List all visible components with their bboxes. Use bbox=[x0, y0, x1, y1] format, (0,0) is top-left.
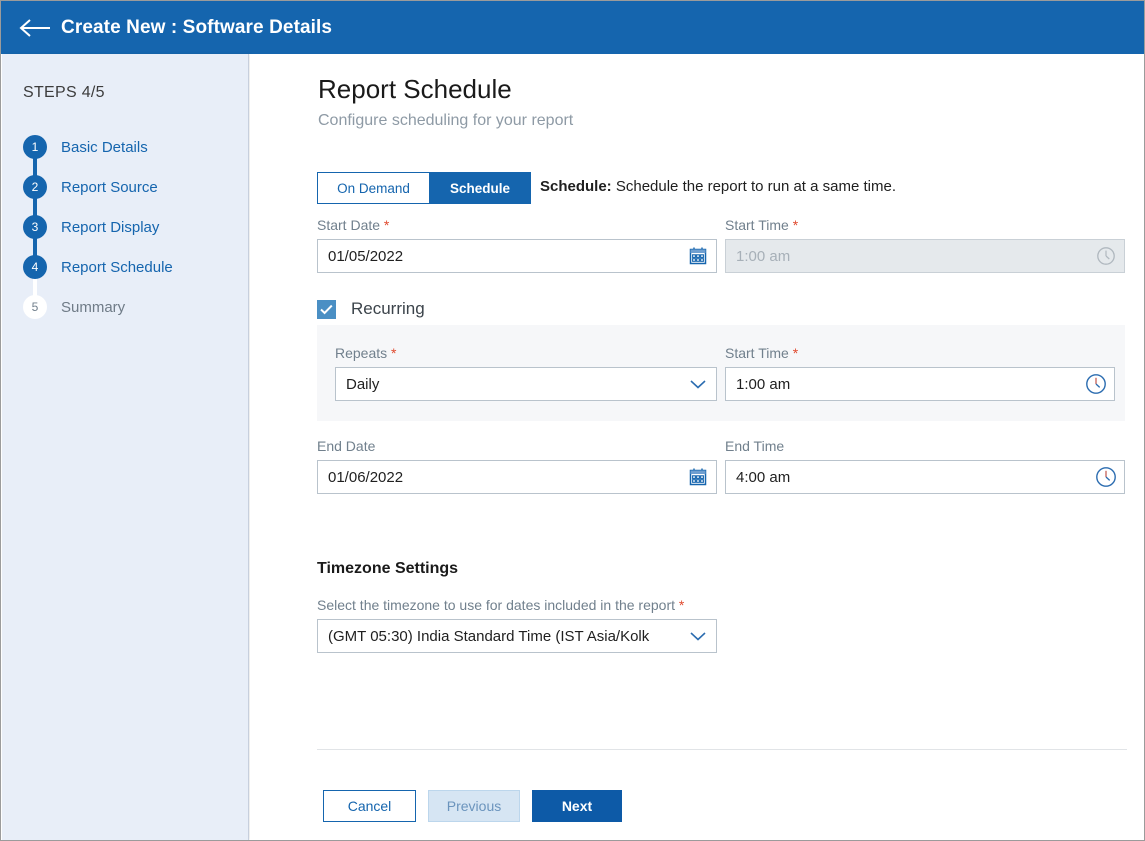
repeats-select[interactable]: Daily bbox=[335, 367, 717, 401]
start-time-main-field-group: Start Time * 1:00 am bbox=[725, 217, 1125, 273]
required-marker: * bbox=[793, 217, 798, 233]
step-number-badge: 1 bbox=[23, 135, 47, 159]
next-button[interactable]: Next bbox=[532, 790, 622, 822]
start-time-main-label: Start Time * bbox=[725, 217, 1125, 233]
create-new-software-details-window: Create New : Software Details STEPS 4/5 … bbox=[0, 0, 1145, 841]
start-time-recurring-input[interactable]: 1:00 am bbox=[725, 367, 1115, 401]
sidebar-item-report-source[interactable]: 2 Report Source bbox=[23, 167, 243, 207]
cancel-button[interactable]: Cancel bbox=[323, 790, 416, 822]
calendar-icon[interactable] bbox=[687, 245, 709, 267]
end-time-value: 4:00 am bbox=[736, 469, 790, 486]
start-date-label: Start Date * bbox=[317, 217, 717, 233]
start-time-recurring-value: 1:00 am bbox=[736, 376, 790, 393]
end-date-label: End Date bbox=[317, 438, 717, 454]
step-label: Basic Details bbox=[61, 139, 148, 156]
end-date-field-group: End Date 01/06/2022 bbox=[317, 438, 717, 494]
repeats-value: Daily bbox=[346, 376, 379, 393]
page-subtitle: Configure scheduling for your report bbox=[318, 112, 573, 130]
timezone-select[interactable]: (GMT 05:30) India Standard Time (IST Asi… bbox=[317, 619, 717, 653]
required-marker: * bbox=[391, 345, 396, 361]
recurring-label: Recurring bbox=[351, 299, 425, 319]
end-date-value: 01/06/2022 bbox=[328, 469, 403, 486]
timezone-field-group: Select the timezone to use for dates inc… bbox=[317, 597, 717, 653]
mode-description-rest: Schedule the report to run at a same tim… bbox=[612, 178, 896, 195]
start-date-field-group: Start Date * 01/05/2022 bbox=[317, 217, 717, 273]
tab-on-demand[interactable]: On Demand bbox=[317, 172, 430, 204]
required-marker: * bbox=[679, 597, 684, 613]
tab-schedule[interactable]: Schedule bbox=[430, 172, 531, 204]
window-title: Create New : Software Details bbox=[61, 17, 332, 39]
step-label: Report Display bbox=[61, 219, 159, 236]
required-marker: * bbox=[384, 217, 389, 233]
clock-icon[interactable] bbox=[1085, 373, 1107, 395]
steps-heading: STEPS 4/5 bbox=[23, 84, 105, 102]
page-title: Report Schedule bbox=[318, 74, 512, 105]
timezone-label: Select the timezone to use for dates inc… bbox=[317, 597, 717, 613]
start-date-value: 01/05/2022 bbox=[328, 248, 403, 265]
start-time-main-value: 1:00 am bbox=[736, 248, 790, 265]
step-list: 1 Basic Details 2 Report Source 3 Report… bbox=[23, 127, 243, 327]
start-time-recurring-label: Start Time * bbox=[725, 345, 1115, 361]
chevron-down-icon[interactable] bbox=[687, 625, 709, 647]
calendar-icon[interactable] bbox=[687, 466, 709, 488]
start-time-main-input: 1:00 am bbox=[725, 239, 1125, 273]
start-date-input[interactable]: 01/05/2022 bbox=[317, 239, 717, 273]
sidebar-item-report-schedule[interactable]: 4 Report Schedule bbox=[23, 247, 243, 287]
mode-description-bold: Schedule: bbox=[540, 178, 612, 195]
clock-icon[interactable] bbox=[1095, 466, 1117, 488]
chevron-down-icon[interactable] bbox=[687, 373, 709, 395]
previous-button[interactable]: Previous bbox=[428, 790, 520, 822]
step-number-badge: 2 bbox=[23, 175, 47, 199]
sidebar-item-summary[interactable]: 5 Summary bbox=[23, 287, 243, 327]
timezone-settings-heading: Timezone Settings bbox=[317, 560, 458, 578]
mode-description: Schedule: Schedule the report to run at … bbox=[540, 178, 896, 195]
wizard-footer-buttons: Cancel Previous Next bbox=[323, 790, 622, 822]
step-number-badge: 5 bbox=[23, 295, 47, 319]
required-marker: * bbox=[793, 345, 798, 361]
steps-sidebar: STEPS 4/5 1 Basic Details 2 Report Sourc… bbox=[2, 54, 249, 840]
timezone-value: (GMT 05:30) India Standard Time (IST Asi… bbox=[328, 628, 649, 645]
recurring-checkbox-row[interactable]: Recurring bbox=[317, 299, 425, 319]
repeats-field-group: Repeats * Daily bbox=[335, 345, 717, 401]
footer-divider bbox=[317, 749, 1127, 750]
step-label: Report Source bbox=[61, 179, 158, 196]
end-time-input[interactable]: 4:00 am bbox=[725, 460, 1125, 494]
step-number-badge: 3 bbox=[23, 215, 47, 239]
start-time-recurring-field-group: Start Time * 1:00 am bbox=[725, 345, 1115, 401]
schedule-mode-toggle: On Demand Schedule bbox=[317, 172, 531, 204]
titlebar: Create New : Software Details bbox=[1, 1, 1145, 54]
recurring-checkbox[interactable] bbox=[317, 300, 336, 319]
repeats-label: Repeats * bbox=[335, 345, 717, 361]
back-arrow-icon[interactable] bbox=[15, 15, 55, 41]
recurring-options-panel: Repeats * Daily Start Time * 1:00 am bbox=[317, 325, 1125, 421]
main-content: Report Schedule Configure scheduling for… bbox=[250, 54, 1145, 840]
step-label: Report Schedule bbox=[61, 259, 173, 276]
end-time-label: End Time bbox=[725, 438, 1125, 454]
step-label: Summary bbox=[61, 299, 125, 316]
end-date-input[interactable]: 01/06/2022 bbox=[317, 460, 717, 494]
sidebar-item-report-display[interactable]: 3 Report Display bbox=[23, 207, 243, 247]
sidebar-item-basic-details[interactable]: 1 Basic Details bbox=[23, 127, 243, 167]
check-icon bbox=[320, 304, 333, 315]
end-time-field-group: End Time 4:00 am bbox=[725, 438, 1125, 494]
clock-icon bbox=[1095, 245, 1117, 267]
step-number-badge: 4 bbox=[23, 255, 47, 279]
